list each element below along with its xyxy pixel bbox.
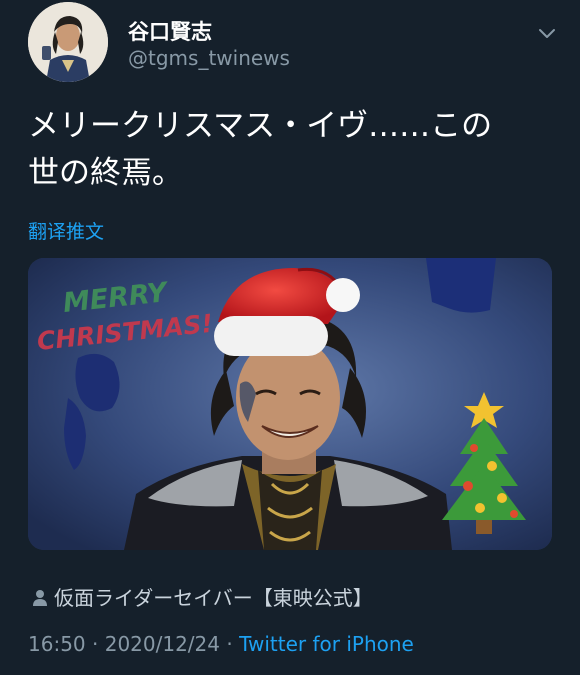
translate-tweet-link[interactable]: 翻译推文 [28,217,104,244]
avatar-photo [28,2,108,82]
tweet-meta: 16:50 · 2020/12/24 · Twitter for iPhone [28,632,414,656]
display-name[interactable]: 谷口賢志 [128,16,212,46]
attribution-label: 仮面ライダーセイバー【東映公式】 [54,586,373,610]
tweet-header: 谷口賢志 @tgms_twinews [28,2,558,86]
tweet-text: メリークリスマス・イヴ……この 世の終焉。 [28,108,493,191]
meta-separator: · [226,632,233,656]
tweet-date[interactable]: 2020/12/24 [105,632,220,656]
person-icon [33,590,47,606]
media-attribution[interactable]: 仮面ライダーセイバー【東映公式】 [32,582,373,611]
chevron-down-icon[interactable] [536,22,558,44]
meta-separator: · [92,632,99,656]
user-handle[interactable]: @tgms_twinews [128,46,290,70]
avatar[interactable] [28,2,108,82]
tweet-media-image[interactable]: MERRY CHRISTMAS! [28,258,552,550]
tweet-source-link[interactable]: Twitter for iPhone [239,632,414,656]
tweet-time[interactable]: 16:50 [28,632,86,656]
christmas-photo: MERRY CHRISTMAS! [28,258,552,550]
